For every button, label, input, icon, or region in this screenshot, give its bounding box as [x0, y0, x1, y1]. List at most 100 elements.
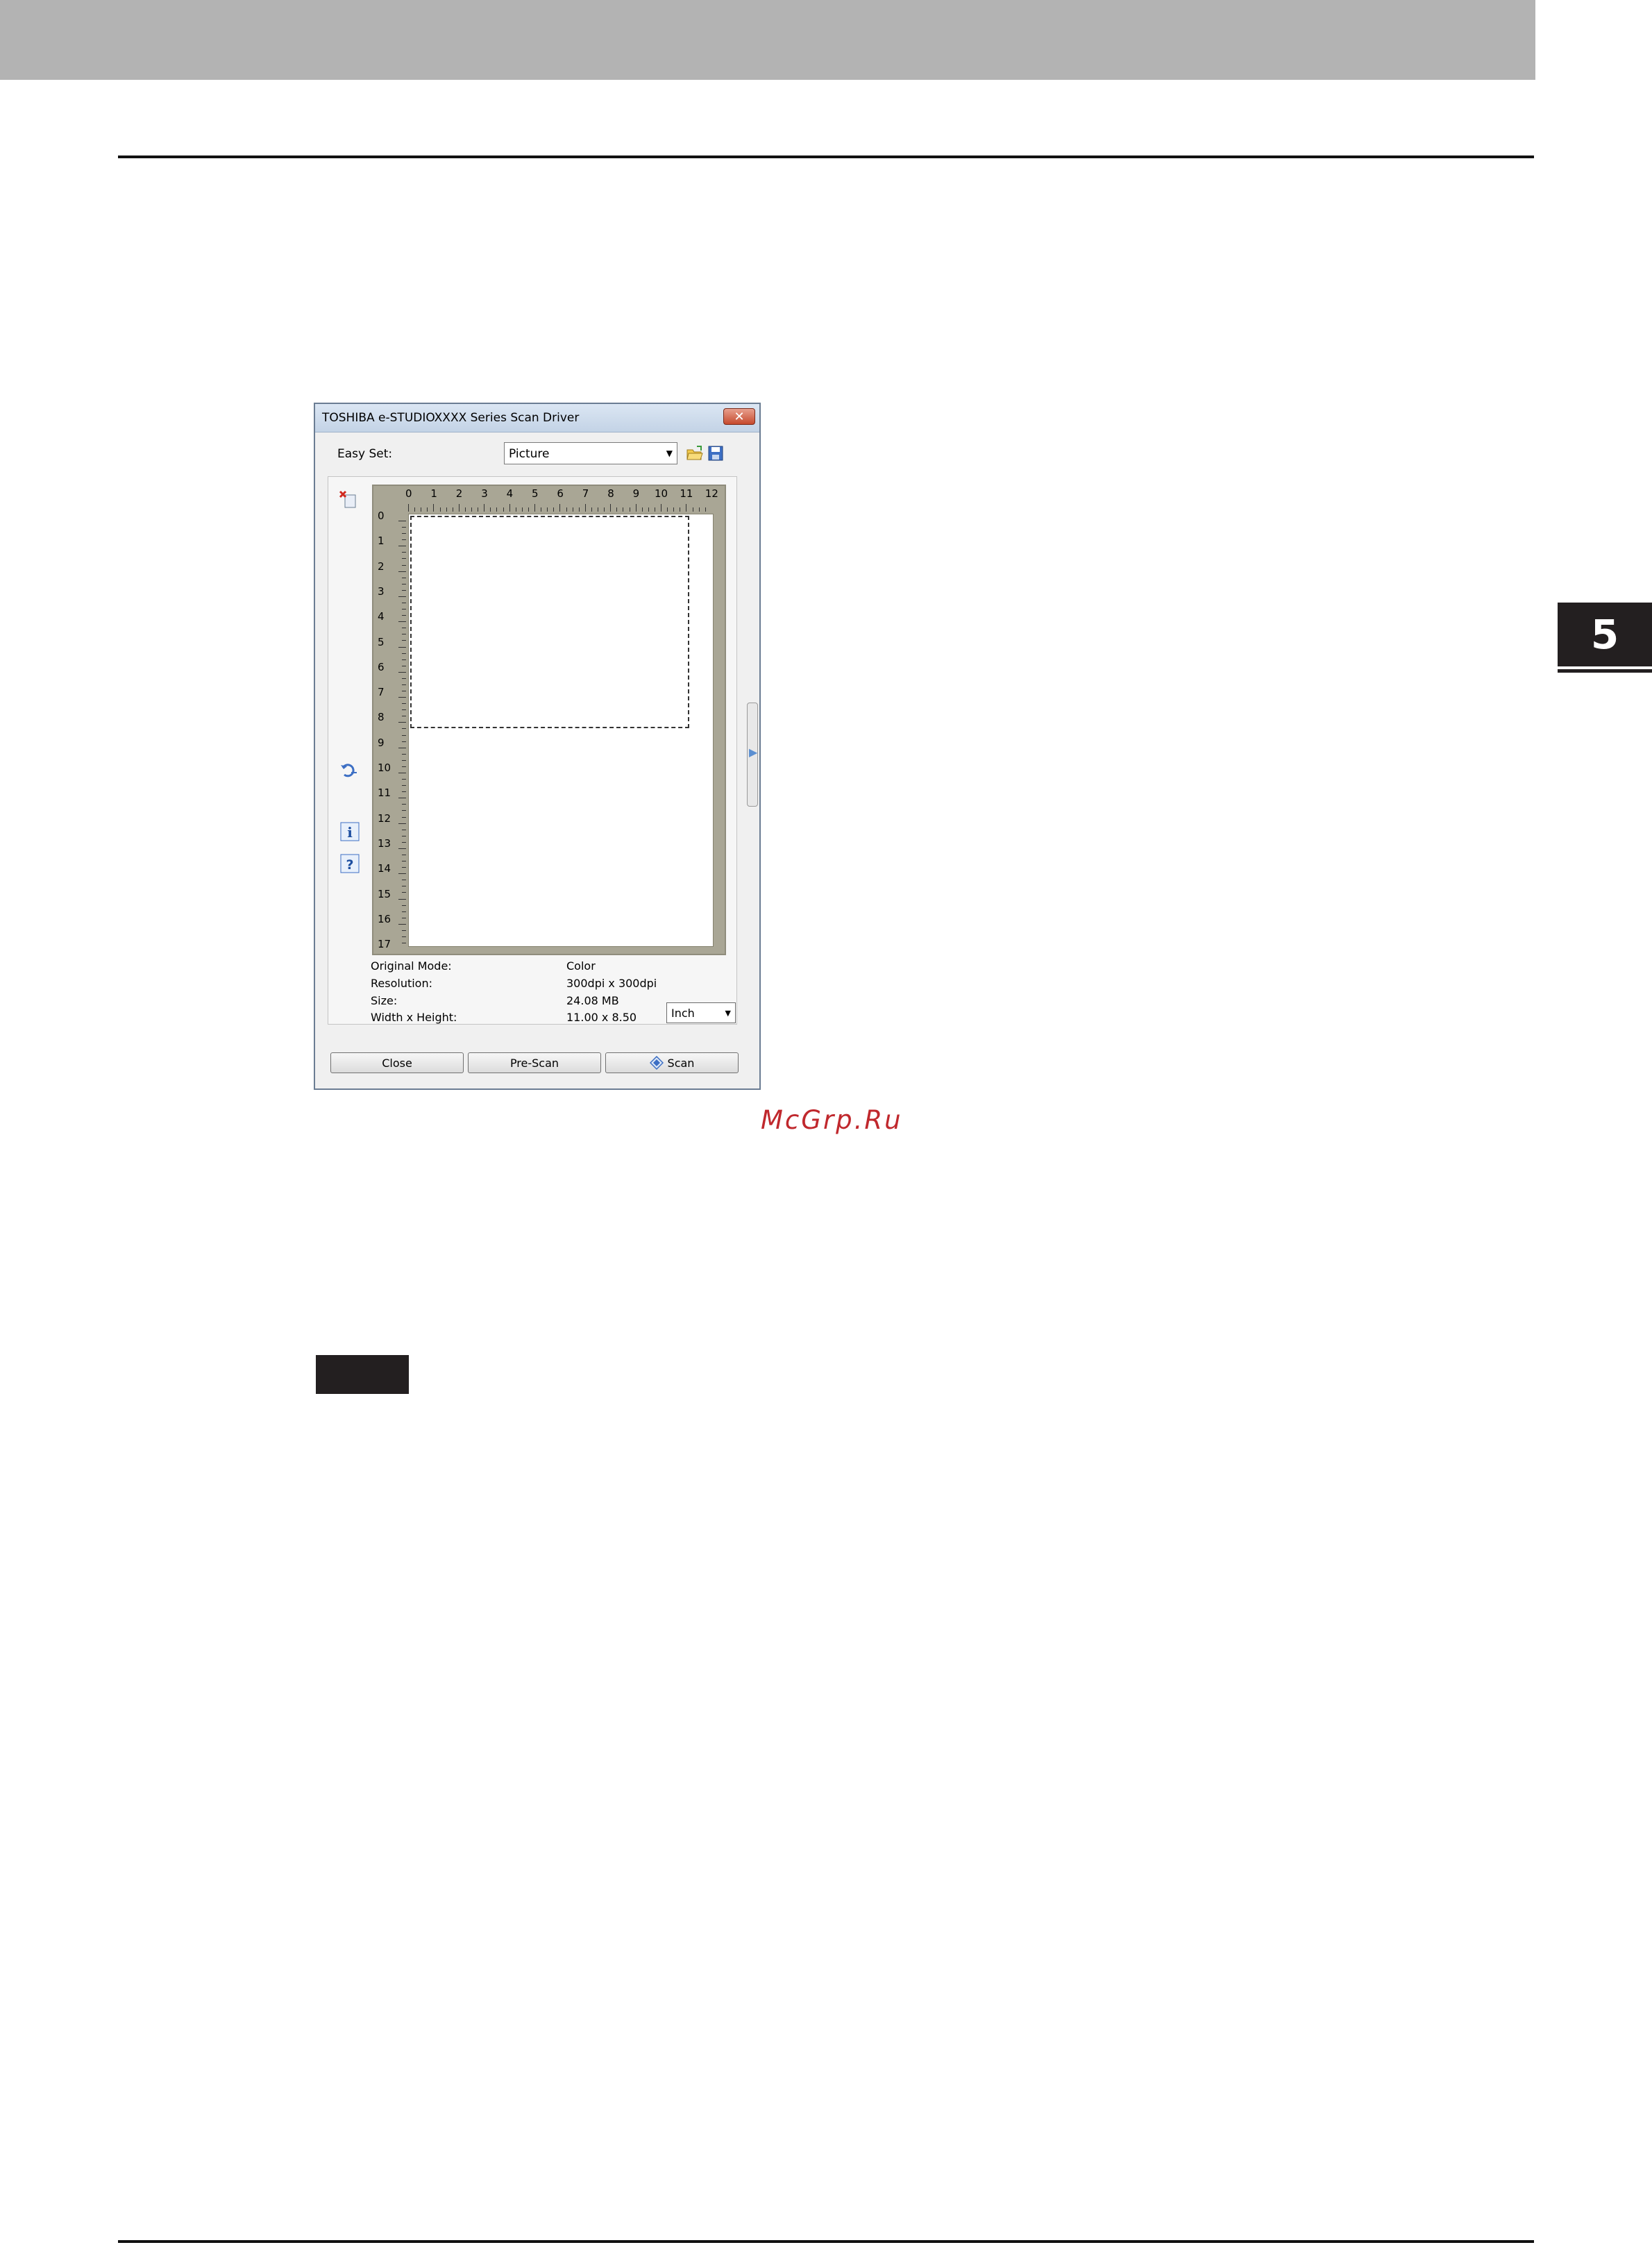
dialog-titlebar: TOSHIBA e-STUDIOXXXX Series Scan Driver … — [315, 404, 759, 432]
scan-button[interactable]: Scan — [605, 1052, 739, 1073]
ruler-left-label: 3 — [378, 585, 385, 598]
unit-select[interactable]: Inch ▼ — [666, 1002, 736, 1023]
ruler-tick — [402, 911, 406, 912]
ruler-tick — [402, 779, 406, 780]
header-rule — [118, 155, 1534, 158]
ruler-left-label: 14 — [378, 862, 391, 875]
ruler-tick — [402, 816, 406, 818]
scan-icon — [649, 1056, 664, 1070]
ruler-left-label: 13 — [378, 836, 391, 850]
scan-area-selection[interactable] — [410, 516, 689, 728]
ruler-top-label: 5 — [532, 487, 539, 500]
ruler-tick — [402, 653, 406, 654]
ruler-tick — [641, 507, 643, 512]
ruler-tick — [398, 697, 406, 698]
ruler-tick — [402, 728, 406, 730]
ruler-left-label: 4 — [378, 610, 385, 623]
svg-text:?: ? — [346, 857, 353, 873]
ruler-tick — [398, 848, 406, 849]
ruler-left-label: 16 — [378, 912, 391, 925]
ruler-tick — [446, 507, 447, 512]
ruler-top-label: 3 — [481, 487, 488, 500]
chevron-right-icon[interactable]: ▶ — [749, 746, 757, 759]
ruler-tick — [553, 507, 555, 512]
ruler-tick — [408, 504, 409, 512]
easy-set-combo[interactable]: Picture ▼ — [504, 442, 677, 464]
easy-set-label: Easy Set: — [337, 447, 393, 461]
preview-frame[interactable]: 0 1 2 3 4 5 6 7 8 9 10 11 12 0 1 2 3 4 5 6 7 8 9 10 11 12 13 14 15 1… — [372, 485, 726, 955]
scan-button-label: Scan — [667, 1056, 695, 1070]
ruler-tick — [402, 615, 406, 616]
save-icon[interactable] — [707, 444, 725, 462]
close-button-label: Close — [382, 1056, 412, 1070]
ruler-tick — [616, 507, 618, 512]
note-label-box — [316, 1355, 409, 1394]
folder-open-icon[interactable] — [686, 444, 704, 462]
ruler-tick — [402, 841, 406, 843]
ruler-tick — [402, 533, 406, 535]
ruler-left-label: 5 — [378, 635, 385, 648]
ruler-top-label: 0 — [405, 487, 412, 500]
ruler-left-label: 17 — [378, 938, 391, 951]
help-icon[interactable]: ? — [340, 854, 360, 873]
ruler-left-label: 11 — [378, 787, 391, 800]
ruler-tick — [402, 867, 406, 868]
ruler-left-label: 2 — [378, 560, 385, 573]
ruler-top-label: 8 — [607, 487, 614, 500]
resolution-label: Resolution: — [371, 977, 432, 990]
ruler-tick — [398, 823, 406, 824]
ruler-top-label: 2 — [455, 487, 463, 500]
ruler-tick — [427, 507, 428, 512]
ruler-tick — [398, 646, 406, 648]
ruler-tick — [398, 722, 406, 723]
dialog-title: TOSHIBA e-STUDIOXXXX Series Scan Driver — [322, 411, 580, 425]
ruler-left-label: 1 — [378, 535, 385, 548]
ruler-tick — [402, 791, 406, 793]
close-button[interactable]: Close — [330, 1052, 464, 1073]
ruler-tick — [439, 507, 441, 512]
ruler-tick — [402, 552, 406, 553]
ruler-tick — [566, 507, 567, 512]
rotate-icon[interactable] — [339, 761, 358, 780]
ruler-left-label: 6 — [378, 660, 385, 673]
ruler-tick — [402, 703, 406, 705]
ruler-tick — [547, 507, 548, 512]
ruler-tick — [402, 640, 406, 641]
ruler-top-label: 7 — [582, 487, 589, 500]
ruler-left-label: 0 — [378, 510, 385, 522]
header-band — [0, 0, 1535, 80]
ruler-tick — [503, 507, 504, 512]
ruler-tick — [398, 621, 406, 623]
ruler-tick — [509, 504, 510, 512]
ruler-tick — [648, 507, 649, 512]
ruler-tick — [402, 564, 406, 566]
ruler-top-label: 9 — [632, 487, 640, 500]
watermark: McGrp.Ru — [761, 1105, 903, 1135]
ruler-left-label: 10 — [378, 762, 391, 774]
resolution-value: 300dpi x 300dpi — [566, 977, 657, 990]
ruler-left-label: 9 — [378, 736, 385, 749]
delete-page-icon[interactable] — [339, 490, 358, 510]
svg-text:i: i — [347, 824, 353, 841]
ruler-left-label: 12 — [378, 812, 391, 825]
chapter-tab-underline — [1558, 669, 1652, 673]
ruler-tick — [398, 873, 406, 875]
ruler-tick — [471, 507, 472, 512]
ruler-tick — [402, 589, 406, 591]
ruler-tick — [578, 507, 580, 512]
width-height-label: Width x Height: — [371, 1011, 457, 1024]
pre-scan-button-label: Pre-Scan — [509, 1056, 559, 1070]
ruler-left-label: 7 — [378, 686, 385, 699]
close-icon[interactable]: ✕ — [723, 408, 755, 425]
pre-scan-button[interactable]: Pre-Scan — [468, 1052, 601, 1073]
info-icon[interactable]: i — [340, 822, 360, 841]
ruler-tick — [402, 527, 406, 528]
ruler-tick — [402, 741, 406, 742]
easy-set-value: Picture — [509, 447, 550, 461]
ruler-tick — [705, 507, 706, 512]
preview-page[interactable] — [408, 514, 714, 947]
ruler-tick — [402, 684, 406, 685]
ruler-tick — [402, 892, 406, 893]
ruler-tick — [402, 766, 406, 767]
ruler-tick — [402, 930, 406, 931]
